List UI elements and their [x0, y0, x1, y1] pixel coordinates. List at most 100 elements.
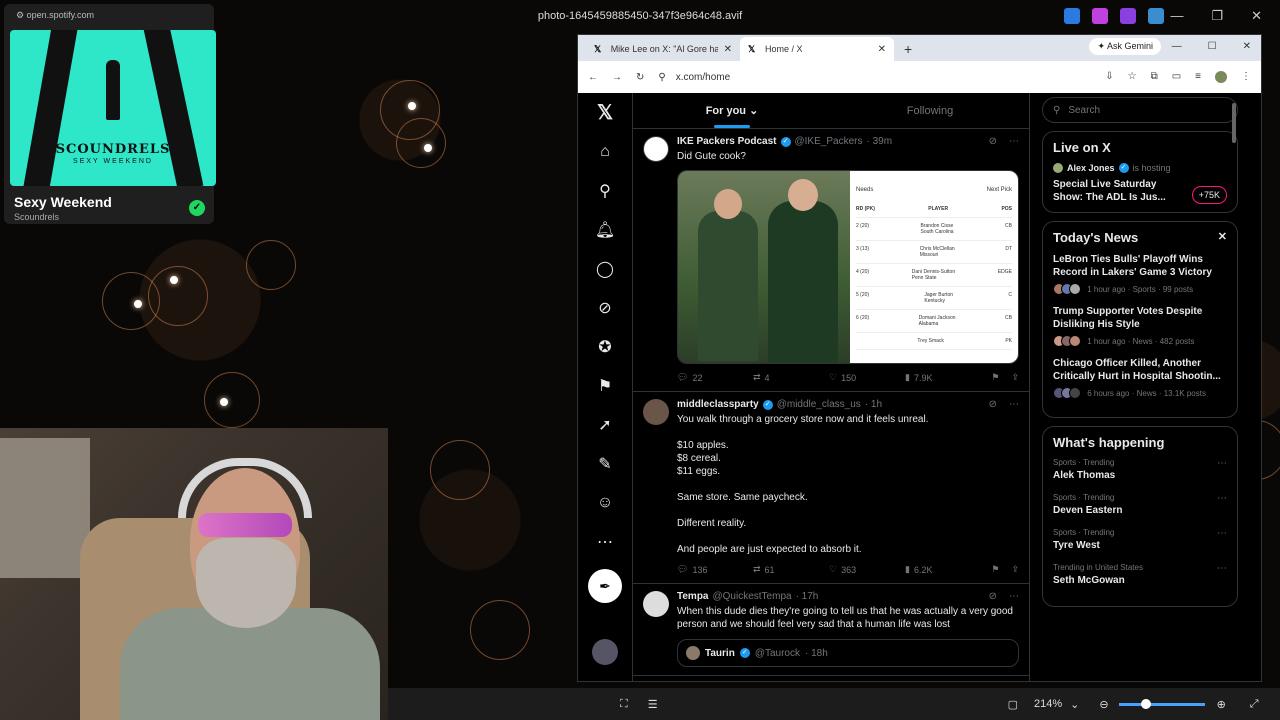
like-button[interactable]: ♡ 363 [829, 564, 905, 575]
tweet[interactable]: middleclassparty ✓ @middle_class_us · 1h… [633, 392, 1029, 584]
frame-icon[interactable]: ▢ [1008, 698, 1018, 711]
tray-app-icon[interactable] [1092, 8, 1108, 24]
chevron-down-icon[interactable]: ⌄ [1070, 698, 1079, 711]
ask-gemini-button[interactable]: ✦ Ask Gemini [1089, 38, 1161, 55]
reply-button[interactable]: 💬︎ 22 [677, 372, 753, 383]
views-button[interactable]: ▮ 6.2K [905, 564, 981, 575]
x-logo-icon[interactable]: 𝕏 [593, 101, 617, 124]
coaches-photo[interactable] [678, 171, 850, 363]
saved-check-icon[interactable]: ✓ [189, 200, 205, 216]
bookmarks-icon[interactable]: ⚑ [593, 374, 617, 397]
spotify-miniplayer[interactable]: ⚙ open.spotify.com SCOUNDRELS SEXY WEEKE… [4, 4, 216, 224]
quoted-tweet[interactable]: Taurin ✓ @Taurock · 18h [677, 639, 1019, 667]
profile-avatar[interactable] [1215, 71, 1227, 83]
close-tab-icon[interactable]: ✕ [724, 44, 732, 55]
url-text[interactable]: x.com/home [676, 72, 730, 83]
home-icon[interactable]: ⌂ [593, 140, 617, 163]
share-icon[interactable]: ⇪ [1011, 564, 1019, 575]
articles-icon[interactable]: ✎ [593, 452, 617, 475]
zoom-level[interactable]: 214% [1034, 698, 1062, 710]
reload-icon[interactable]: ↻ [636, 72, 644, 83]
reading-list-icon[interactable]: ≡ [1195, 71, 1201, 83]
tray-app-icon[interactable] [1120, 8, 1136, 24]
avatar[interactable] [643, 399, 669, 425]
text-detect-icon[interactable]: ☰ [648, 698, 658, 711]
grok-icon[interactable]: ⊘ [989, 591, 997, 602]
views-button[interactable]: ▮ 7.9K [905, 372, 981, 383]
tweet-handle[interactable]: @middle_class_us [777, 399, 861, 410]
news-item[interactable]: LeBron Ties Bulls' Playoff Wins Record i… [1053, 253, 1227, 295]
search-box[interactable]: ⚲ Search [1042, 97, 1238, 123]
close-icon[interactable]: ✕ [1218, 230, 1227, 245]
explore-search-icon[interactable]: ⚲ [593, 179, 617, 202]
news-item[interactable]: Trump Supporter Votes Despite Disliking … [1053, 305, 1227, 347]
address-bar[interactable]: ⚲ x.com/home [658, 72, 1091, 83]
tweet-time[interactable]: · 39m [866, 136, 892, 147]
more-icon[interactable]: ⋯ [593, 530, 617, 553]
fullscreen-icon[interactable]: ⤢ [1250, 698, 1259, 711]
trend-item[interactable]: Sports · Trending Deven Eastern ⋯ [1053, 493, 1227, 516]
track-artist[interactable]: Scoundrels [14, 212, 59, 222]
tweet-handle[interactable]: @QuickestTempa [713, 591, 792, 602]
repost-button[interactable]: ⇄ 4 [753, 372, 829, 383]
tray-app-icon[interactable] [1148, 8, 1164, 24]
new-tab-icon[interactable]: + [894, 41, 922, 61]
search-input[interactable]: Search [1068, 105, 1100, 116]
avatar[interactable] [643, 136, 669, 162]
extensions-icon[interactable]: ⧉ [1151, 71, 1158, 83]
verified-check-icon[interactable]: ✪ [593, 335, 617, 358]
trend-item[interactable]: Trending in United States Seth McGowan ⋯ [1053, 563, 1227, 586]
minimize-icon[interactable]: — [1172, 41, 1182, 52]
avatar[interactable] [643, 591, 669, 617]
trend-item[interactable]: Sports · Trending Alek Thomas ⋯ [1053, 458, 1227, 481]
account-avatar[interactable] [592, 639, 618, 665]
zoom-slider[interactable] [1118, 698, 1205, 709]
scrollbar[interactable] [1232, 103, 1236, 143]
more-icon[interactable]: ⋯ [1009, 136, 1019, 147]
reply-button[interactable]: 💬︎ 136 [677, 564, 753, 575]
tweet-author[interactable]: Tempa [677, 591, 709, 602]
tray-app-icon[interactable] [1064, 8, 1080, 24]
live-space-title[interactable]: Special Live Saturday Show: The ADL Is J… [1053, 178, 1171, 204]
tweet-author[interactable]: IKE Packers Podcast [677, 136, 777, 147]
bookmark-icon[interactable]: ⚑ [991, 564, 999, 575]
bookmark-icon[interactable]: ⚑ [991, 372, 999, 383]
close-tab-icon[interactable]: ✕ [878, 44, 886, 55]
forward-icon[interactable]: → [612, 72, 622, 83]
messages-icon[interactable]: ◯ [593, 257, 617, 280]
more-icon[interactable]: ⋯ [1217, 528, 1227, 539]
zoom-in-icon[interactable]: ⊕ [1217, 698, 1226, 711]
tweet-time[interactable]: · 1h [865, 399, 882, 410]
more-icon[interactable]: ⋯ [1217, 458, 1227, 469]
close-icon[interactable]: ✕ [1251, 8, 1262, 24]
jobs-rocket-icon[interactable]: ➚ [593, 413, 617, 436]
live-listener-count[interactable]: +75K [1191, 186, 1227, 204]
tab-mike-lee[interactable]: 𝕏 Mike Lee on X: "Al Gore has cal ✕ [586, 37, 740, 61]
like-button[interactable]: ♡ 150 [829, 372, 905, 383]
draft-board-image[interactable]: Needs Next Pick RD (PK) PLAYER POS 2 (20… [850, 171, 1018, 363]
minimize-icon[interactable]: — [1170, 8, 1183, 24]
maximize-icon[interactable]: ☐ [1208, 41, 1217, 52]
tab-for-you[interactable]: For you ⌄ [633, 93, 831, 128]
more-icon[interactable]: ⋯ [1009, 399, 1019, 410]
live-host-name[interactable]: Alex Jones [1067, 163, 1115, 173]
grok-icon[interactable]: ⊘ [593, 296, 617, 319]
tab-following[interactable]: Following [831, 93, 1029, 128]
site-info-icon[interactable]: ⚲ [658, 72, 665, 83]
repost-button[interactable]: ⇄ 61 [753, 564, 829, 575]
profile-icon[interactable]: ☺ [593, 491, 617, 514]
tab-home-x[interactable]: 𝕏 Home / X ✕ [740, 37, 894, 61]
tweet-media[interactable]: Needs Next Pick RD (PK) PLAYER POS 2 (20… [677, 170, 1019, 364]
notifications-bell-icon[interactable]: 🔔︎ [593, 218, 617, 241]
tweet[interactable]: Tempa @QuickestTempa · 17h ⊘ ⋯ When this … [633, 584, 1029, 676]
post-button[interactable]: ✒ [588, 569, 622, 603]
install-icon[interactable]: ⇩ [1105, 71, 1113, 83]
grok-icon[interactable]: ⊘ [989, 136, 997, 147]
more-icon[interactable]: ⋯ [1009, 591, 1019, 602]
zoom-out-icon[interactable]: ⊖ [1099, 698, 1108, 711]
news-item[interactable]: Chicago Officer Killed, Another Critical… [1053, 357, 1227, 399]
tweet-author[interactable]: middleclassparty [677, 399, 759, 410]
close-icon[interactable]: ✕ [1243, 41, 1251, 52]
bookmark-star-icon[interactable]: ☆ [1128, 71, 1137, 83]
tweet-time[interactable]: · 17h [796, 591, 819, 602]
